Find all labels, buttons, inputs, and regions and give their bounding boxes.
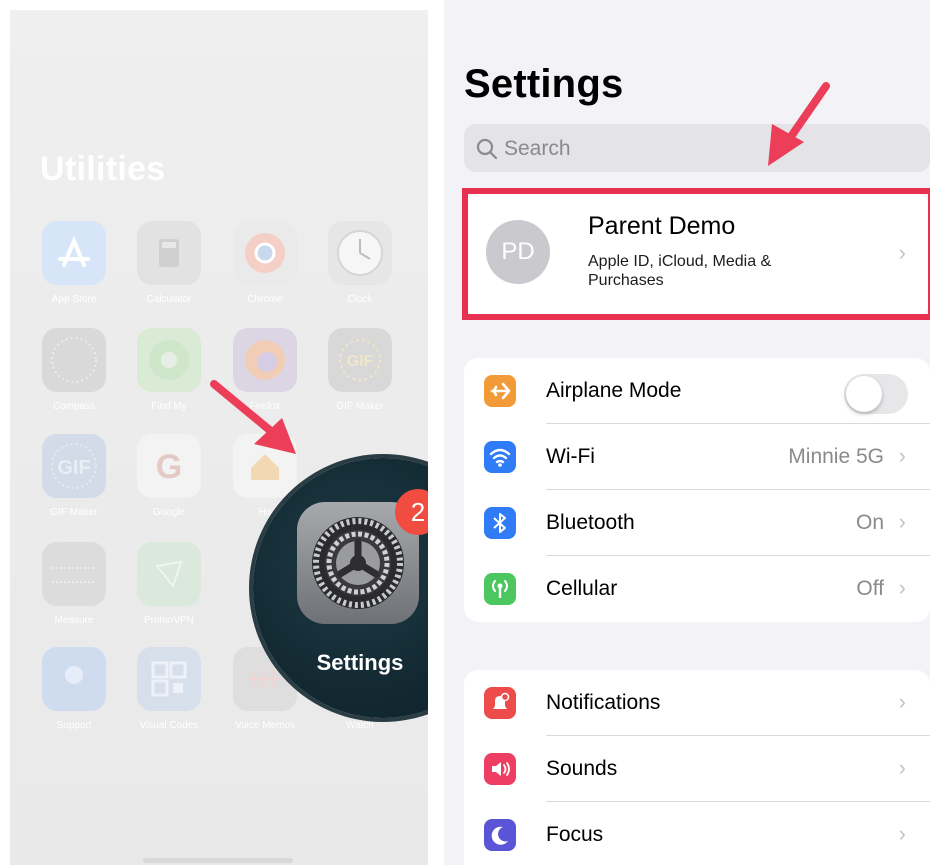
chevron-right-icon: › xyxy=(898,755,906,780)
app-label: GIF Maker xyxy=(50,507,98,518)
chevron-right-icon: › xyxy=(898,443,906,468)
chevron-right-icon: › xyxy=(898,689,906,714)
row-label: Notifications xyxy=(546,691,661,714)
profile-name: Parent Demo xyxy=(588,212,736,240)
connectivity-group: Airplane Mode Wi-Fi Minnie 5G › Bluetoot… xyxy=(464,358,930,622)
app-label: Calculator xyxy=(146,294,192,305)
search-icon xyxy=(476,138,498,160)
calculator-app[interactable] xyxy=(137,221,201,285)
app-label: Firefox xyxy=(249,401,281,412)
clock-app[interactable] xyxy=(328,221,392,285)
clock-icon xyxy=(337,230,383,276)
settings-row-airplane-mode[interactable]: Airplane Mode xyxy=(464,358,930,424)
calculator-icon xyxy=(159,239,179,267)
app-label: Voice Memos xyxy=(234,720,296,731)
home-icon xyxy=(251,454,279,480)
avatar: PD xyxy=(486,220,550,284)
app-label: Find My xyxy=(151,401,187,412)
chrome-icon xyxy=(245,233,285,273)
settings-row-cellular[interactable]: Cellular Off › xyxy=(464,556,930,622)
app-label: App Store xyxy=(51,294,97,305)
row-label: Bluetooth xyxy=(546,511,635,534)
home-screen-panel: Utilities App Store Calculator Chrome Cl… xyxy=(10,10,428,865)
protonvpn-icon xyxy=(155,560,183,589)
settings-row-sounds[interactable]: Sounds › xyxy=(464,736,930,802)
chevron-right-icon: › xyxy=(898,821,906,846)
chevron-right-icon: › xyxy=(898,240,906,265)
settings-row-notifications[interactable]: Notifications › xyxy=(464,670,930,736)
support-app[interactable] xyxy=(42,647,106,711)
row-value: Off xyxy=(856,577,884,600)
visual-codes-icon xyxy=(151,661,187,697)
row-label: Airplane Mode xyxy=(546,379,682,402)
app-label: Clock xyxy=(347,294,373,305)
row-value: Minnie 5G xyxy=(788,445,884,468)
svg-text:GIF: GIF xyxy=(57,457,90,479)
toggle-knob xyxy=(846,376,882,412)
app-label: ProtonVPN xyxy=(143,615,195,626)
gif-maker-icon: GIF xyxy=(51,443,97,489)
screenshot-composite: Utilities App Store Calculator Chrome Cl… xyxy=(0,0,930,865)
bluetooth-icon xyxy=(484,507,516,539)
row-label: Focus xyxy=(546,823,604,846)
google-icon: G xyxy=(156,448,182,486)
row-value: On xyxy=(855,511,884,534)
gif-maker-icon: GIF xyxy=(339,339,381,381)
row-label: Sounds xyxy=(546,757,618,780)
gif-maker-app[interactable]: GIF xyxy=(328,328,392,392)
airplane-mode-toggle[interactable] xyxy=(844,374,908,414)
app-label: Visual Codes xyxy=(139,720,199,731)
wifi-icon xyxy=(484,441,516,473)
home-app[interactable] xyxy=(233,434,297,498)
measure-icon xyxy=(52,567,96,583)
compass-app[interactable] xyxy=(42,328,106,392)
settings-row-focus[interactable]: Focus › xyxy=(464,802,930,865)
search-placeholder: Search xyxy=(504,137,571,160)
chevron-right-icon: › xyxy=(898,575,906,600)
app-label: Measure xyxy=(54,615,94,626)
airplane-icon xyxy=(484,375,516,407)
notifications-icon xyxy=(484,687,516,719)
firefox-app[interactable] xyxy=(233,328,297,392)
profile-subtitle: Apple ID, iCloud, Media & Purchases xyxy=(588,253,772,289)
visual-codes-app[interactable] xyxy=(137,647,201,711)
support-icon xyxy=(65,666,83,684)
settings-app-label: Settings xyxy=(316,650,404,675)
app-label: Google xyxy=(152,507,186,518)
general-group: Notifications › Sounds › Focus › xyxy=(464,670,930,865)
apple-id-profile-row[interactable]: PD Parent Demo Apple ID, iCloud, Media &… xyxy=(464,194,930,316)
app-label: Support xyxy=(56,720,92,731)
app-label: Chrome xyxy=(247,294,283,305)
cellular-icon xyxy=(484,573,516,605)
folder-title: Utilities xyxy=(40,150,166,188)
chevron-right-icon: › xyxy=(898,509,906,534)
home-indicator xyxy=(143,858,293,863)
settings-screen-panel: Settings Search PD Parent Demo Apple ID,… xyxy=(444,0,930,865)
find-my-icon xyxy=(149,340,189,380)
settings-row-wifi[interactable]: Wi-Fi Minnie 5G › xyxy=(464,424,930,490)
google-app[interactable]: G xyxy=(137,434,201,498)
gif-maker-app-2[interactable]: GIF xyxy=(42,434,106,498)
search-field[interactable]: Search xyxy=(464,124,930,172)
page-title: Settings xyxy=(464,62,624,106)
measure-app[interactable] xyxy=(42,542,106,606)
row-label: Cellular xyxy=(546,577,618,600)
svg-text:GIF: GIF xyxy=(347,353,374,370)
app-store-app[interactable] xyxy=(42,221,106,285)
app-label: GIF Maker xyxy=(336,401,384,412)
find-my-app[interactable] xyxy=(137,328,201,392)
app-label: Watch xyxy=(346,720,374,731)
compass-icon xyxy=(51,337,97,383)
firefox-icon xyxy=(245,340,285,380)
app-store-icon xyxy=(58,235,90,267)
svg-text:G: G xyxy=(156,448,182,486)
app-label: Compass xyxy=(52,401,96,412)
row-label: Wi-Fi xyxy=(546,445,595,468)
settings-row-bluetooth[interactable]: Bluetooth On › xyxy=(464,490,930,556)
focus-moon-icon xyxy=(484,819,516,851)
chrome-app[interactable] xyxy=(233,221,297,285)
protonvpn-app[interactable] xyxy=(137,542,201,606)
sounds-icon xyxy=(484,753,516,785)
